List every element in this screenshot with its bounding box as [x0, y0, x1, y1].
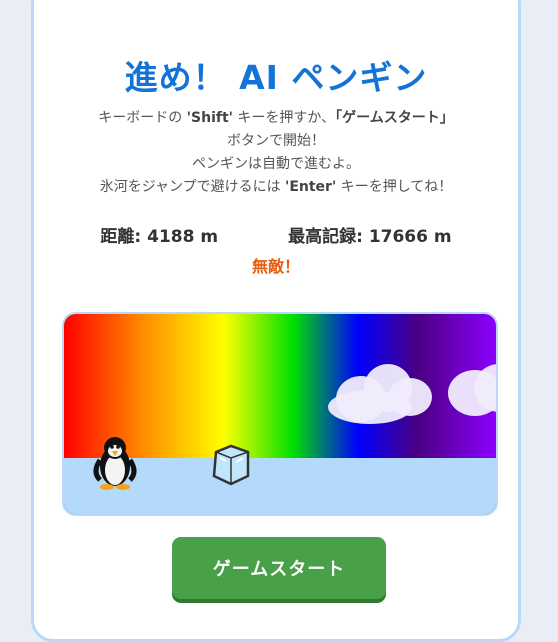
enter-key-label: 'Enter': [285, 179, 337, 195]
penguin-icon: [93, 437, 137, 490]
cloud-icon: [326, 364, 436, 434]
high-score-label: 最高記録:: [288, 227, 363, 247]
distance-stat: 距離: 4188 m: [100, 222, 218, 247]
distance-label: 距離:: [100, 227, 142, 247]
instructions-text: 氷河をジャンプで避けるには: [99, 179, 286, 195]
game-canvas[interactable]: [62, 312, 498, 516]
instructions-text: ペンギンは自動で進むよ。: [192, 156, 360, 172]
instructions-text: ボタンで開始！: [227, 133, 325, 149]
high-score-unit: m: [433, 227, 452, 247]
high-score-stat: 最高記録: 17666 m: [288, 222, 452, 247]
instructions-text: キーを押してね！: [336, 179, 453, 195]
distance-unit: m: [200, 227, 219, 247]
cloud-icon: [448, 364, 496, 424]
start-button-reference: 「ゲームスタート」: [335, 110, 454, 126]
score-panel: 距離: 4188 m 最高記録: 17666 m: [34, 222, 518, 247]
page-title: 進め！ AI ペンギン: [124, 58, 428, 97]
instructions-text: キーを押すか、: [232, 110, 336, 126]
instructions-text: キーボードの: [98, 110, 187, 126]
ice-block-icon: [212, 444, 250, 486]
distance-value: 4188: [147, 227, 195, 247]
start-game-button[interactable]: ゲームスタート: [172, 537, 386, 599]
invincible-status: 無敵！: [251, 257, 300, 276]
high-score-value: 17666: [368, 227, 428, 247]
shift-key-label: 'Shift': [186, 110, 233, 126]
instructions: キーボードの 'Shift' キーを押すか、「ゲームスタート」ボタンで開始！ ペ…: [94, 107, 458, 199]
